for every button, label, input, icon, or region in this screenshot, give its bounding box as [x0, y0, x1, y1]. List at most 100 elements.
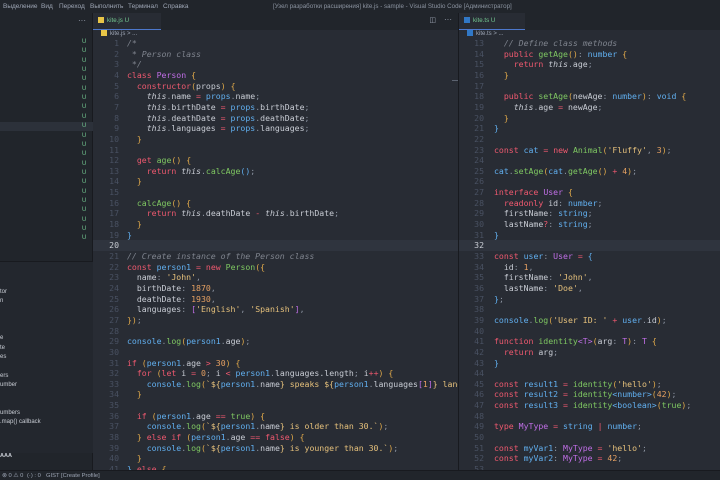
outline-item[interactable]: tor	[0, 289, 7, 295]
more-actions-button[interactable]: ···	[78, 16, 86, 25]
code-line[interactable]: 21}	[459, 123, 720, 134]
code-line[interactable]: 26	[459, 176, 720, 187]
problems-indicator[interactable]: ⊗ 0 ⚠ 0	[2, 473, 23, 479]
code-line[interactable]: 34 }	[93, 389, 458, 400]
menu-selection[interactable]: Выделение	[3, 3, 37, 10]
menu-terminal[interactable]: Терминал	[128, 3, 158, 10]
code-line[interactable]: 15	[93, 187, 458, 198]
code-line[interactable]: 33 console.log(`${person1.name} speaks $…	[93, 379, 458, 390]
code-line[interactable]: 7 this.birthDate = props.birthDate;	[93, 102, 458, 113]
code-line[interactable]: 48	[459, 411, 720, 422]
code-line[interactable]: 4 class Person {	[93, 70, 458, 81]
split-editor-icon[interactable]: ◫	[429, 16, 436, 24]
menu-view[interactable]: Вид	[41, 3, 53, 10]
code-line[interactable]: 31}	[459, 230, 720, 241]
code-line[interactable]: 25 deathDate: 1930,	[93, 294, 458, 305]
code-line[interactable]: 32 for (let i = 0; i < person1.languages…	[93, 368, 458, 379]
gist-profile-button[interactable]: GIST [Create Profile]	[46, 473, 100, 479]
code-line[interactable]: 34 id: 1,	[459, 262, 720, 273]
code-line[interactable]: 14 public getAge(): number {	[459, 49, 720, 60]
code-line[interactable]: 21 // Create instance of the Person class	[93, 251, 458, 262]
outline-item[interactable]: .map() callback	[0, 419, 41, 425]
code-line[interactable]: 31 if (person1.age > 30) {	[93, 358, 458, 369]
code-line[interactable]: 28	[93, 326, 458, 337]
outline-item[interactable]: es	[0, 354, 6, 360]
code-line[interactable]: 52 const myVar2: MyType = 42;	[459, 453, 720, 464]
code-line[interactable]: 45 const result1 = identity('hello');	[459, 379, 720, 390]
code-line[interactable]: 30	[93, 347, 458, 358]
code-line[interactable]: 20 }	[459, 113, 720, 124]
menu-go[interactable]: Переход	[59, 3, 85, 10]
code-line[interactable]: 2 * Person class	[93, 49, 458, 60]
code-line[interactable]: 36 if (person1.age == true) {	[93, 411, 458, 422]
code-line[interactable]: 35 firstName: 'John',	[459, 272, 720, 283]
left-code-editor[interactable]: 1/* 2 * Person class 3 */4 class Person {5 …	[93, 38, 458, 470]
code-line[interactable]: 38	[459, 304, 720, 315]
code-line[interactable]: 10 }	[93, 134, 458, 145]
code-line[interactable]: 18 }	[93, 219, 458, 230]
editor-split-divider[interactable]	[458, 13, 459, 470]
code-line[interactable]: 26 languages: ['English', 'Spanish'],	[93, 304, 458, 315]
code-line[interactable]: 46 const result2 = identity<number>(42);	[459, 389, 720, 400]
code-line[interactable]: 51 const myVar1: MyType = 'hello';	[459, 443, 720, 454]
outline-item[interactable]: umbers	[0, 410, 20, 416]
code-line[interactable]: 50	[459, 432, 720, 443]
code-line[interactable]: 30 lastName?: string;	[459, 219, 720, 230]
code-line[interactable]: 11	[93, 145, 458, 156]
code-line[interactable]: 17 return this.deathDate - this.birthDat…	[93, 208, 458, 219]
code-line[interactable]: 8 this.deathDate = props.deathDate;	[93, 113, 458, 124]
code-line[interactable]: 41 function identity<T>(arg: T): T {	[459, 336, 720, 347]
code-line[interactable]: 47 const result3 = identity<boolean>(true…	[459, 400, 720, 411]
code-line[interactable]: 9 this.languages = props.languages;	[93, 123, 458, 134]
code-line[interactable]: 14 }	[93, 176, 458, 187]
code-line[interactable]: 22 const person1 = new Person({	[93, 262, 458, 273]
right-code-editor[interactable]: 13 // Define class methods 14 public getA…	[459, 38, 720, 470]
code-line[interactable]: 16 calcAge() {	[93, 198, 458, 209]
tab-kite-js[interactable]: kite.js U	[93, 13, 161, 30]
ports-indicator[interactable]: (·) : 0	[27, 473, 41, 479]
outline-item[interactable]: ers	[0, 373, 8, 379]
code-line[interactable]: 13 // Define class methods	[459, 38, 720, 49]
code-line[interactable]: 23 name: 'John',	[93, 272, 458, 283]
menu-help[interactable]: Справка	[163, 3, 189, 10]
code-line[interactable]: 12 get age() {	[93, 155, 458, 166]
code-line[interactable]: 15 return this.age;	[459, 59, 720, 70]
code-line[interactable]: 28 readonly id: number;	[459, 198, 720, 209]
code-line[interactable]: 27 interface User {	[459, 187, 720, 198]
tab-kite-ts[interactable]: kite.ts U	[459, 13, 525, 30]
code-line[interactable]: 13 return this.calcAge();	[93, 166, 458, 177]
code-line[interactable]: 44	[459, 368, 720, 379]
code-line[interactable]: 1 /*	[93, 38, 458, 49]
code-line[interactable]: 27});	[93, 315, 458, 326]
code-line[interactable]: 19}	[93, 230, 458, 241]
code-line[interactable]: 20	[93, 240, 458, 251]
code-line[interactable]: 33 const user: User = {	[459, 251, 720, 262]
code-line[interactable]: 5 constructor(props) {	[93, 81, 458, 92]
code-line[interactable]: 19 this.age = newAge;	[459, 102, 720, 113]
breadcrumb[interactable]: kite.ts > ...	[467, 30, 504, 38]
code-line[interactable]: 29 console.log(person1.age);	[93, 336, 458, 347]
outline-item[interactable]: umber	[0, 382, 17, 388]
code-line[interactable]: 24 birthDate: 1870,	[93, 283, 458, 294]
code-line[interactable]: 16 }	[459, 70, 720, 81]
code-line[interactable]: 32	[459, 240, 720, 251]
selected-file-row[interactable]	[0, 122, 93, 131]
code-line[interactable]: 24	[459, 155, 720, 166]
code-line[interactable]: 23 const cat = new Animal('Fluffy', 3);	[459, 145, 720, 156]
menu-run[interactable]: Выполнить	[90, 3, 123, 10]
code-line[interactable]: 29 firstName: string;	[459, 208, 720, 219]
code-line[interactable]: 37 console.log(`${person1.name} is older…	[93, 421, 458, 432]
code-line[interactable]: 42 return arg;	[459, 347, 720, 358]
code-line[interactable]: 25 cat.setAge(cat.getAge() + 4);	[459, 166, 720, 177]
code-line[interactable]: 39 console.log('User ID: ' + user.id);	[459, 315, 720, 326]
code-line[interactable]: 49 type MyType = string | number;	[459, 421, 720, 432]
code-line[interactable]: 22	[459, 134, 720, 145]
code-line[interactable]: 6 this.name = props.name;	[93, 91, 458, 102]
code-line[interactable]: 35	[93, 400, 458, 411]
code-line[interactable]: 38 } else if (person1.age == false) {	[93, 432, 458, 443]
code-line[interactable]: 39 console.log(`${person1.name} is young…	[93, 443, 458, 454]
outline-item[interactable]: n	[0, 298, 3, 304]
breadcrumb[interactable]: kite.js > ...	[101, 30, 137, 38]
code-line[interactable]: 36 lastName: 'Doe',	[459, 283, 720, 294]
code-line[interactable]: 43}	[459, 358, 720, 369]
